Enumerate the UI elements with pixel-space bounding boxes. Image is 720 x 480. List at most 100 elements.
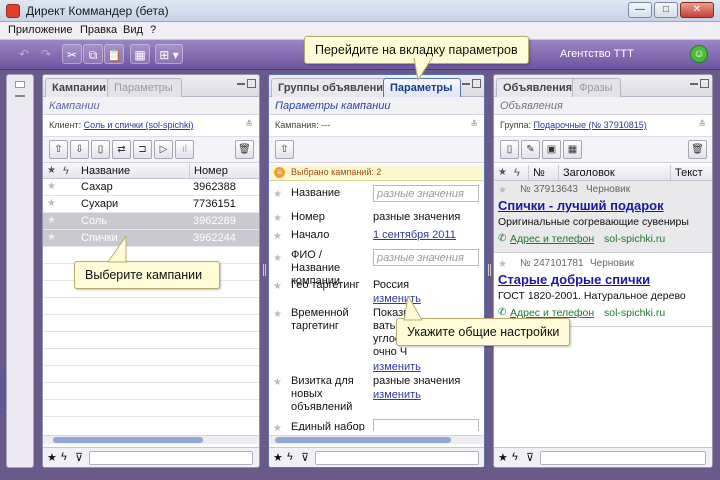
panel-maximize-icon[interactable]: [472, 79, 481, 88]
new-ad-icon[interactable]: ▯: [500, 140, 519, 159]
delete-icon[interactable]: 🗑: [235, 140, 254, 159]
view-menu-icon[interactable]: ⊞ ▾: [155, 44, 183, 64]
menu-edit[interactable]: Правка: [80, 24, 117, 36]
download-icon[interactable]: ⇩: [70, 140, 89, 159]
tab-campaign-params[interactable]: Параметры: [107, 78, 182, 97]
image-icon[interactable]: ▣: [542, 140, 561, 159]
ads-search-input[interactable]: [540, 451, 706, 465]
edit-ad-icon[interactable]: ✎: [521, 140, 540, 159]
stats-icon[interactable]: ıl: [175, 140, 194, 159]
campaign-search-input[interactable]: [89, 451, 253, 465]
company-input[interactable]: разные значения: [373, 249, 479, 266]
stop-icon[interactable]: ⊐: [133, 140, 152, 159]
copy-icon[interactable]: ⧉: [83, 44, 103, 64]
tab-phrases[interactable]: Фразы: [572, 78, 622, 97]
restore-icon[interactable]: [15, 81, 25, 88]
footer-star-icon[interactable]: ★: [498, 451, 508, 464]
horizontal-scrollbar[interactable]: [43, 435, 259, 444]
footer-flash-icon[interactable]: ϟ: [287, 451, 293, 463]
clients-collapsed-panel[interactable]: Клиенты: [0, 74, 34, 468]
panel-minimize-icon[interactable]: [237, 83, 245, 85]
filter-collapse-icon[interactable]: ≚: [698, 119, 706, 130]
client-filter-link[interactable]: Соль и спички (sol-spichki): [84, 120, 194, 130]
upload-icon[interactable]: ⇧: [49, 140, 68, 159]
footer-filter-icon[interactable]: ⊽: [75, 451, 83, 464]
tab-ad-groups[interactable]: Группы объявлений: [271, 78, 399, 97]
cut-icon[interactable]: ✂: [62, 44, 82, 64]
ad-card[interactable]: ★ № 37913643 Черновик Спички - лучший по…: [494, 181, 712, 253]
filter-collapse-icon[interactable]: ≚: [470, 119, 478, 130]
col-ad-number[interactable]: №: [528, 165, 558, 180]
panel-minimize-icon[interactable]: [690, 83, 698, 85]
campaign-filter[interactable]: Кампания: --- ≚: [269, 115, 484, 137]
vcard-change-link[interactable]: изменить: [373, 389, 421, 401]
paste-icon[interactable]: 📋: [104, 44, 124, 64]
tab-ads[interactable]: Объявления: [496, 78, 582, 97]
time-change-link[interactable]: изменить: [373, 361, 421, 373]
scrollbar-thumb[interactable]: [53, 437, 203, 443]
menu-view[interactable]: Вид: [123, 24, 143, 36]
unified-set-input[interactable]: [373, 419, 479, 431]
minimize-button[interactable]: —: [628, 2, 652, 18]
grid-icon[interactable]: ▦: [563, 140, 582, 159]
ad-title[interactable]: Спички - лучший подарок: [498, 198, 664, 213]
star-icon[interactable]: ★: [43, 230, 59, 246]
table-icon[interactable]: ▦: [130, 44, 150, 64]
star-icon[interactable]: ★: [43, 213, 59, 229]
group-filter-link[interactable]: Подарочные (№ 37910815): [534, 120, 647, 130]
star-col-icon[interactable]: ★: [494, 165, 510, 180]
footer-flash-icon[interactable]: ϟ: [61, 451, 67, 463]
scrollbar-thumb[interactable]: [275, 437, 451, 443]
filter-collapse-icon[interactable]: ≚: [245, 119, 253, 130]
redo-icon[interactable]: ↷: [36, 44, 56, 64]
table-row[interactable]: ★ Сухари 7736151: [43, 196, 259, 213]
footer-star-icon[interactable]: ★: [273, 451, 283, 464]
panel-maximize-icon[interactable]: [247, 79, 256, 88]
ad-status: Черновик: [586, 184, 631, 195]
table-row-selected[interactable]: ★ Спички 3962244: [43, 230, 259, 247]
star-col-icon[interactable]: ★: [43, 163, 59, 178]
footer-filter-icon[interactable]: ⊽: [301, 451, 309, 464]
callout-pointer: [107, 236, 127, 263]
new-campaign-icon[interactable]: ▯: [91, 140, 110, 159]
menu-app[interactable]: Приложение: [8, 24, 73, 36]
footer-filter-icon[interactable]: ⊽: [526, 451, 534, 464]
ad-title[interactable]: Старые добрые спички: [498, 272, 650, 287]
panel-maximize-icon[interactable]: [700, 79, 709, 88]
undo-icon[interactable]: ↶: [14, 44, 34, 64]
upload-icon[interactable]: ⇧: [275, 140, 294, 159]
campaign-filter-label: Кампания:: [275, 120, 319, 130]
horizontal-scrollbar[interactable]: [269, 435, 484, 444]
panel-minimize-icon[interactable]: [462, 83, 470, 85]
ads-panel: Объявления Фразы Объявления Группа: Пода…: [493, 74, 713, 468]
group-filter[interactable]: Группа: Подарочные (№ 37910815) ≚: [494, 115, 712, 137]
tab-campaigns[interactable]: Кампании: [45, 78, 116, 97]
agency-user-icon[interactable]: ☺: [690, 45, 708, 63]
ads-header: ★ ϟ № Заголовок Текст: [494, 165, 712, 181]
flash-col-icon[interactable]: ϟ: [510, 165, 528, 180]
table-row-selected[interactable]: ★ Соль 3962289: [43, 213, 259, 230]
col-number[interactable]: Номер: [189, 163, 259, 178]
copy-campaign-icon[interactable]: ⇄: [112, 140, 131, 159]
flash-col-icon[interactable]: ϟ: [59, 163, 77, 178]
play-icon[interactable]: ▷: [154, 140, 173, 159]
minimize-icon[interactable]: [15, 95, 25, 97]
table-row[interactable]: ★ Сахар 3962388: [43, 179, 259, 196]
ad-card[interactable]: ★ № 247101781 Черновик Старые добрые спи…: [494, 255, 712, 327]
star-icon[interactable]: ★: [43, 179, 59, 195]
col-text[interactable]: Текст: [670, 165, 712, 180]
footer-star-icon[interactable]: ★: [47, 451, 57, 464]
menu-help[interactable]: ?: [150, 24, 156, 36]
name-input[interactable]: разные значения: [373, 185, 479, 202]
start-date-link[interactable]: 1 сентября 2011: [373, 229, 456, 241]
star-icon[interactable]: ★: [43, 196, 59, 212]
delete-icon[interactable]: 🗑: [688, 140, 707, 159]
ad-contact-link[interactable]: Адрес и телефон: [510, 233, 594, 245]
params-search-input[interactable]: [315, 451, 479, 465]
maximize-button[interactable]: □: [654, 2, 678, 18]
col-name[interactable]: Название: [77, 163, 189, 178]
footer-flash-icon[interactable]: ϟ: [512, 451, 518, 463]
col-title[interactable]: Заголовок: [558, 165, 670, 180]
close-button[interactable]: ✕: [680, 2, 714, 18]
client-filter[interactable]: Клиент: Соль и спички (sol-spichki) ≚: [43, 115, 259, 137]
